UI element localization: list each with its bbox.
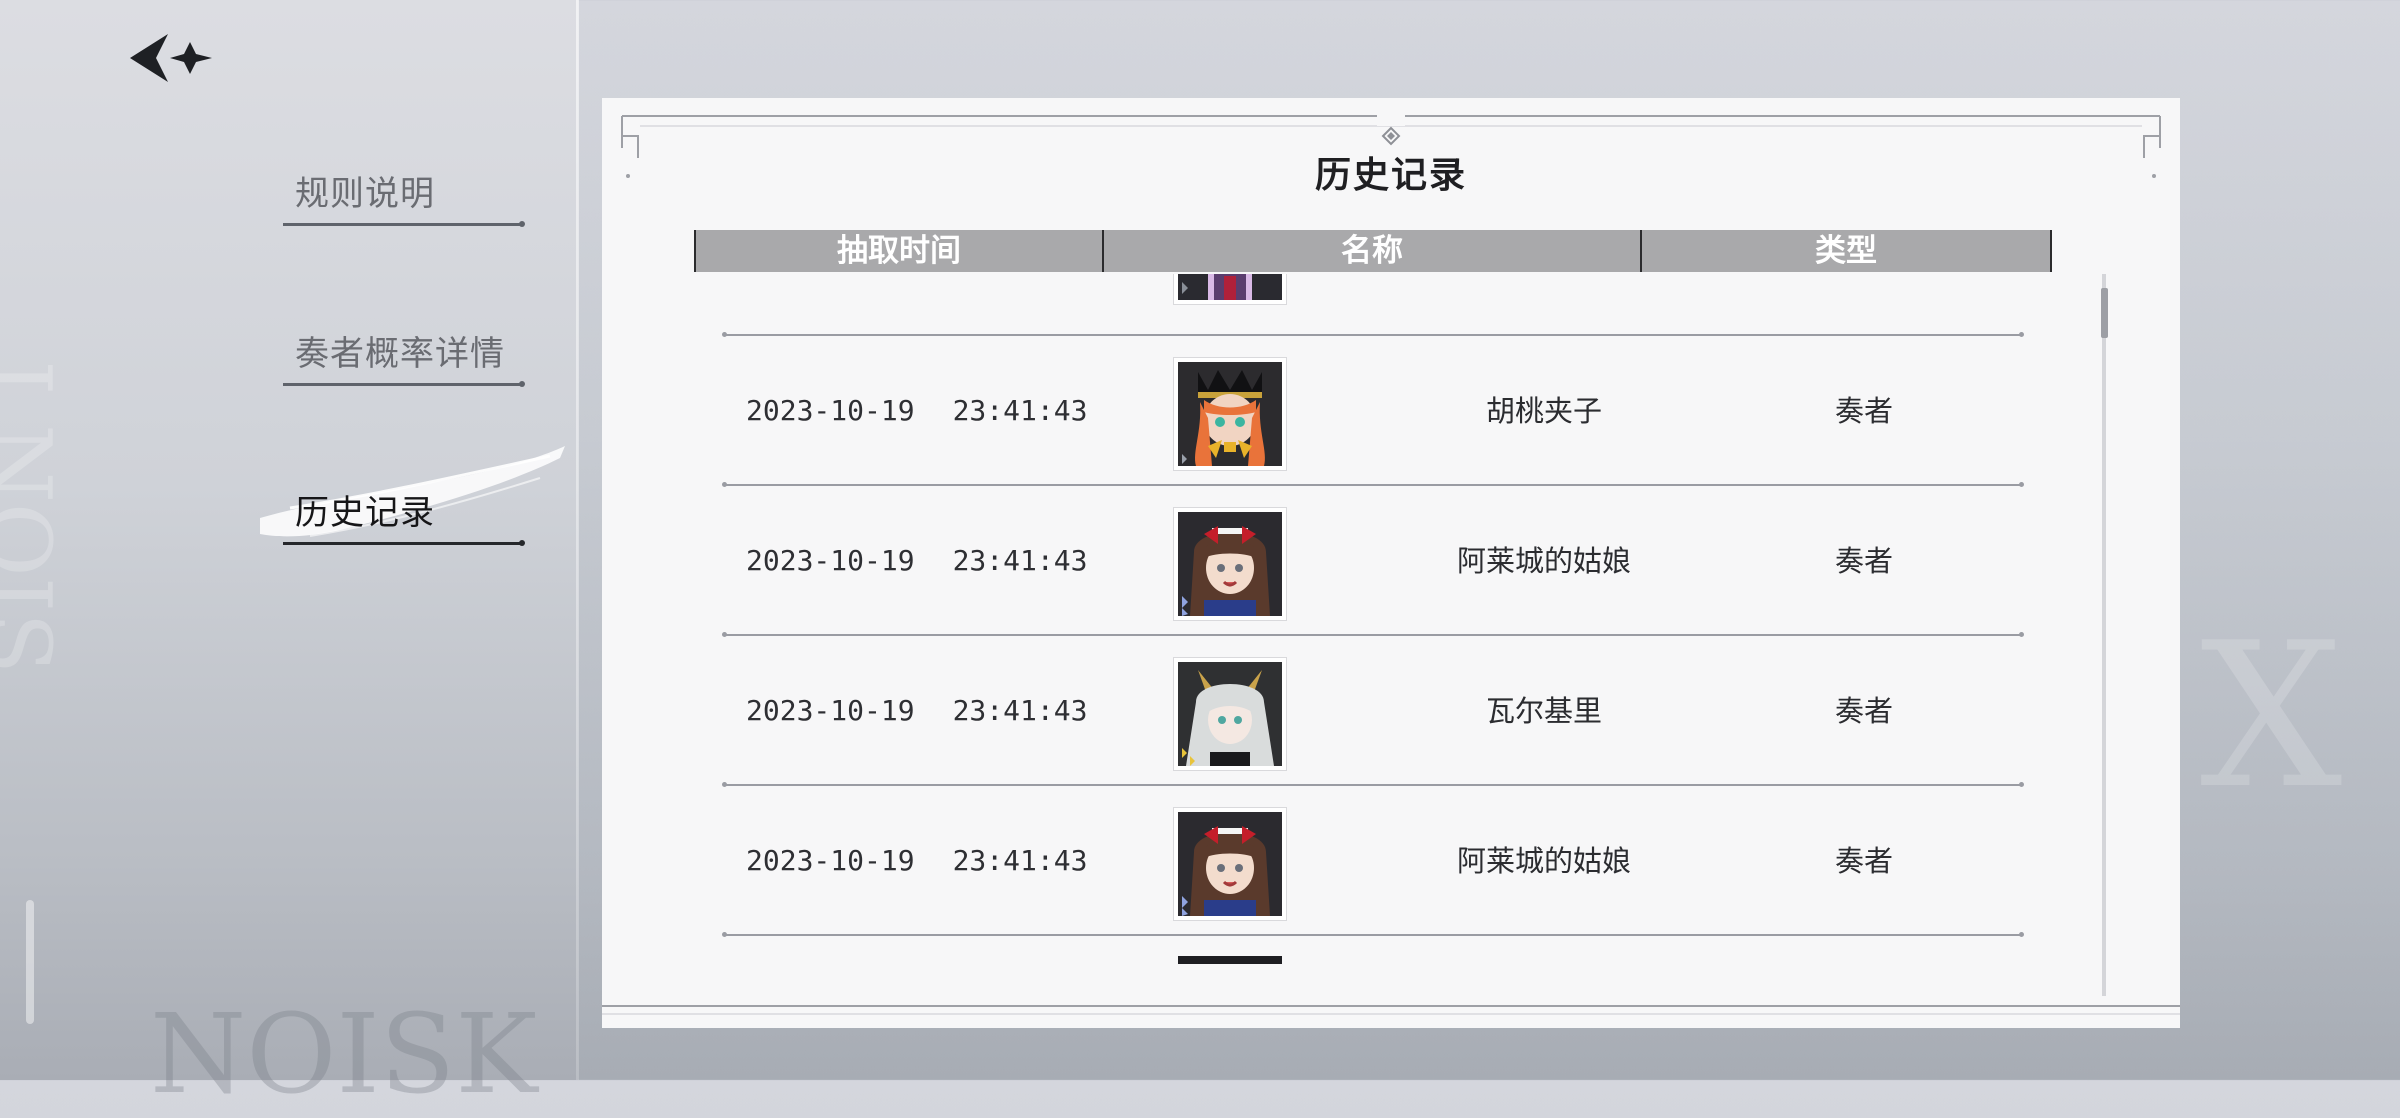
record-name: 瓦尔基里 <box>1485 694 1602 728</box>
history-list[interactable]: 2023-10-19 23:41:43 胡桃夹子 奏者 2023-10-19 2… <box>694 274 2094 974</box>
record-name: 阿莱城的姑娘 <box>1456 544 1631 578</box>
background-decoration: I NOIS <box>0 360 70 674</box>
avatar <box>1174 658 1286 770</box>
table-row: 2023-10-19 23:41:43 <box>694 336 2052 487</box>
arlesienne-avatar-icon <box>1178 512 1282 616</box>
draw-time: 2023-10-19 23:41:43 <box>746 636 1087 786</box>
avatar <box>1174 274 1286 304</box>
table-row: 2023-10-19 23:41:43 瓦尔基里 奏者 <box>694 636 2052 787</box>
record-type: 奏者 <box>1834 394 1893 428</box>
draw-date: 2023-10-19 <box>746 394 915 427</box>
table-row: 2023-10-19 23:41:43 <box>694 786 2052 937</box>
record-name: 阿莱城的姑娘 <box>1456 844 1631 878</box>
back-button[interactable] <box>126 28 222 88</box>
draw-clock: 23:41:43 <box>952 544 1088 577</box>
record-name: 胡桃夹子 <box>1485 394 1602 428</box>
valkyrie-avatar-icon <box>1178 662 1282 766</box>
avatar <box>1174 950 1286 970</box>
list-scroll-thumb[interactable] <box>2101 288 2108 338</box>
nav-item-rules[interactable]: 规则说明 <box>283 162 525 227</box>
sidebar: I NOIS NOISK 规则说明 奏者概率详情 历史记录 <box>0 0 578 1118</box>
list-scroll-track[interactable] <box>2102 274 2106 996</box>
avatar-partial <box>1178 956 1282 964</box>
table-row <box>694 936 2052 974</box>
record-type: 奏者 <box>1834 544 1893 578</box>
arlesienne-avatar-icon <box>1178 812 1282 916</box>
nav-item-probability-details[interactable]: 奏者概率详情 <box>283 322 525 387</box>
draw-time: 2023-10-19 23:41:43 <box>746 786 1087 936</box>
draw-date: 2023-10-19 <box>746 694 915 727</box>
avatar <box>1174 808 1286 920</box>
nav-item-label: 奏者概率详情 <box>295 334 505 374</box>
nav-underline <box>283 381 525 387</box>
draw-clock: 23:41:43 <box>952 394 1088 427</box>
record-type: 奏者 <box>1834 694 1893 728</box>
nav-underline <box>283 540 525 546</box>
draw-time: 2023-10-19 23:41:43 <box>746 336 1087 486</box>
draw-clock: 23:41:43 <box>952 844 1088 877</box>
sidebar-scrollbar[interactable] <box>26 900 34 1024</box>
draw-date: 2023-10-19 <box>746 544 915 577</box>
record-type: 奏者 <box>1834 844 1893 878</box>
nav-underline <box>283 221 525 227</box>
avatar <box>1174 358 1286 470</box>
nav-item-history[interactable]: 历史记录 <box>283 481 525 546</box>
table-row: 2023-10-19 23:41:43 <box>694 486 2052 637</box>
table-header: 抽取时间 名称 类型 <box>694 230 2052 272</box>
draw-date: 2023-10-19 <box>746 844 915 877</box>
back-arrow-star-icon <box>130 34 212 82</box>
column-header-name: 名称 <box>1102 230 1640 272</box>
table-row <box>694 274 2052 337</box>
column-header-time: 抽取时间 <box>694 230 1102 272</box>
nav-item-label: 历史记录 <box>295 493 435 533</box>
nutcracker-avatar-icon <box>1178 362 1282 466</box>
panel-title: 历史记录 <box>1314 154 1467 196</box>
sidebar-divider <box>576 0 579 1080</box>
column-header-type: 类型 <box>1640 230 2052 272</box>
background-decoration: NOISK <box>150 990 538 1118</box>
history-panel: 历史记录 抽取时间 名称 类型 2023-10-19 23:41:43 胡桃夹子… <box>602 98 2180 1028</box>
avatar <box>1174 508 1286 620</box>
draw-clock: 23:41:43 <box>952 694 1088 727</box>
nav-item-label: 规则说明 <box>295 174 435 214</box>
background-decoration: X <box>2200 600 2343 833</box>
draw-time: 2023-10-19 23:41:43 <box>746 486 1087 636</box>
